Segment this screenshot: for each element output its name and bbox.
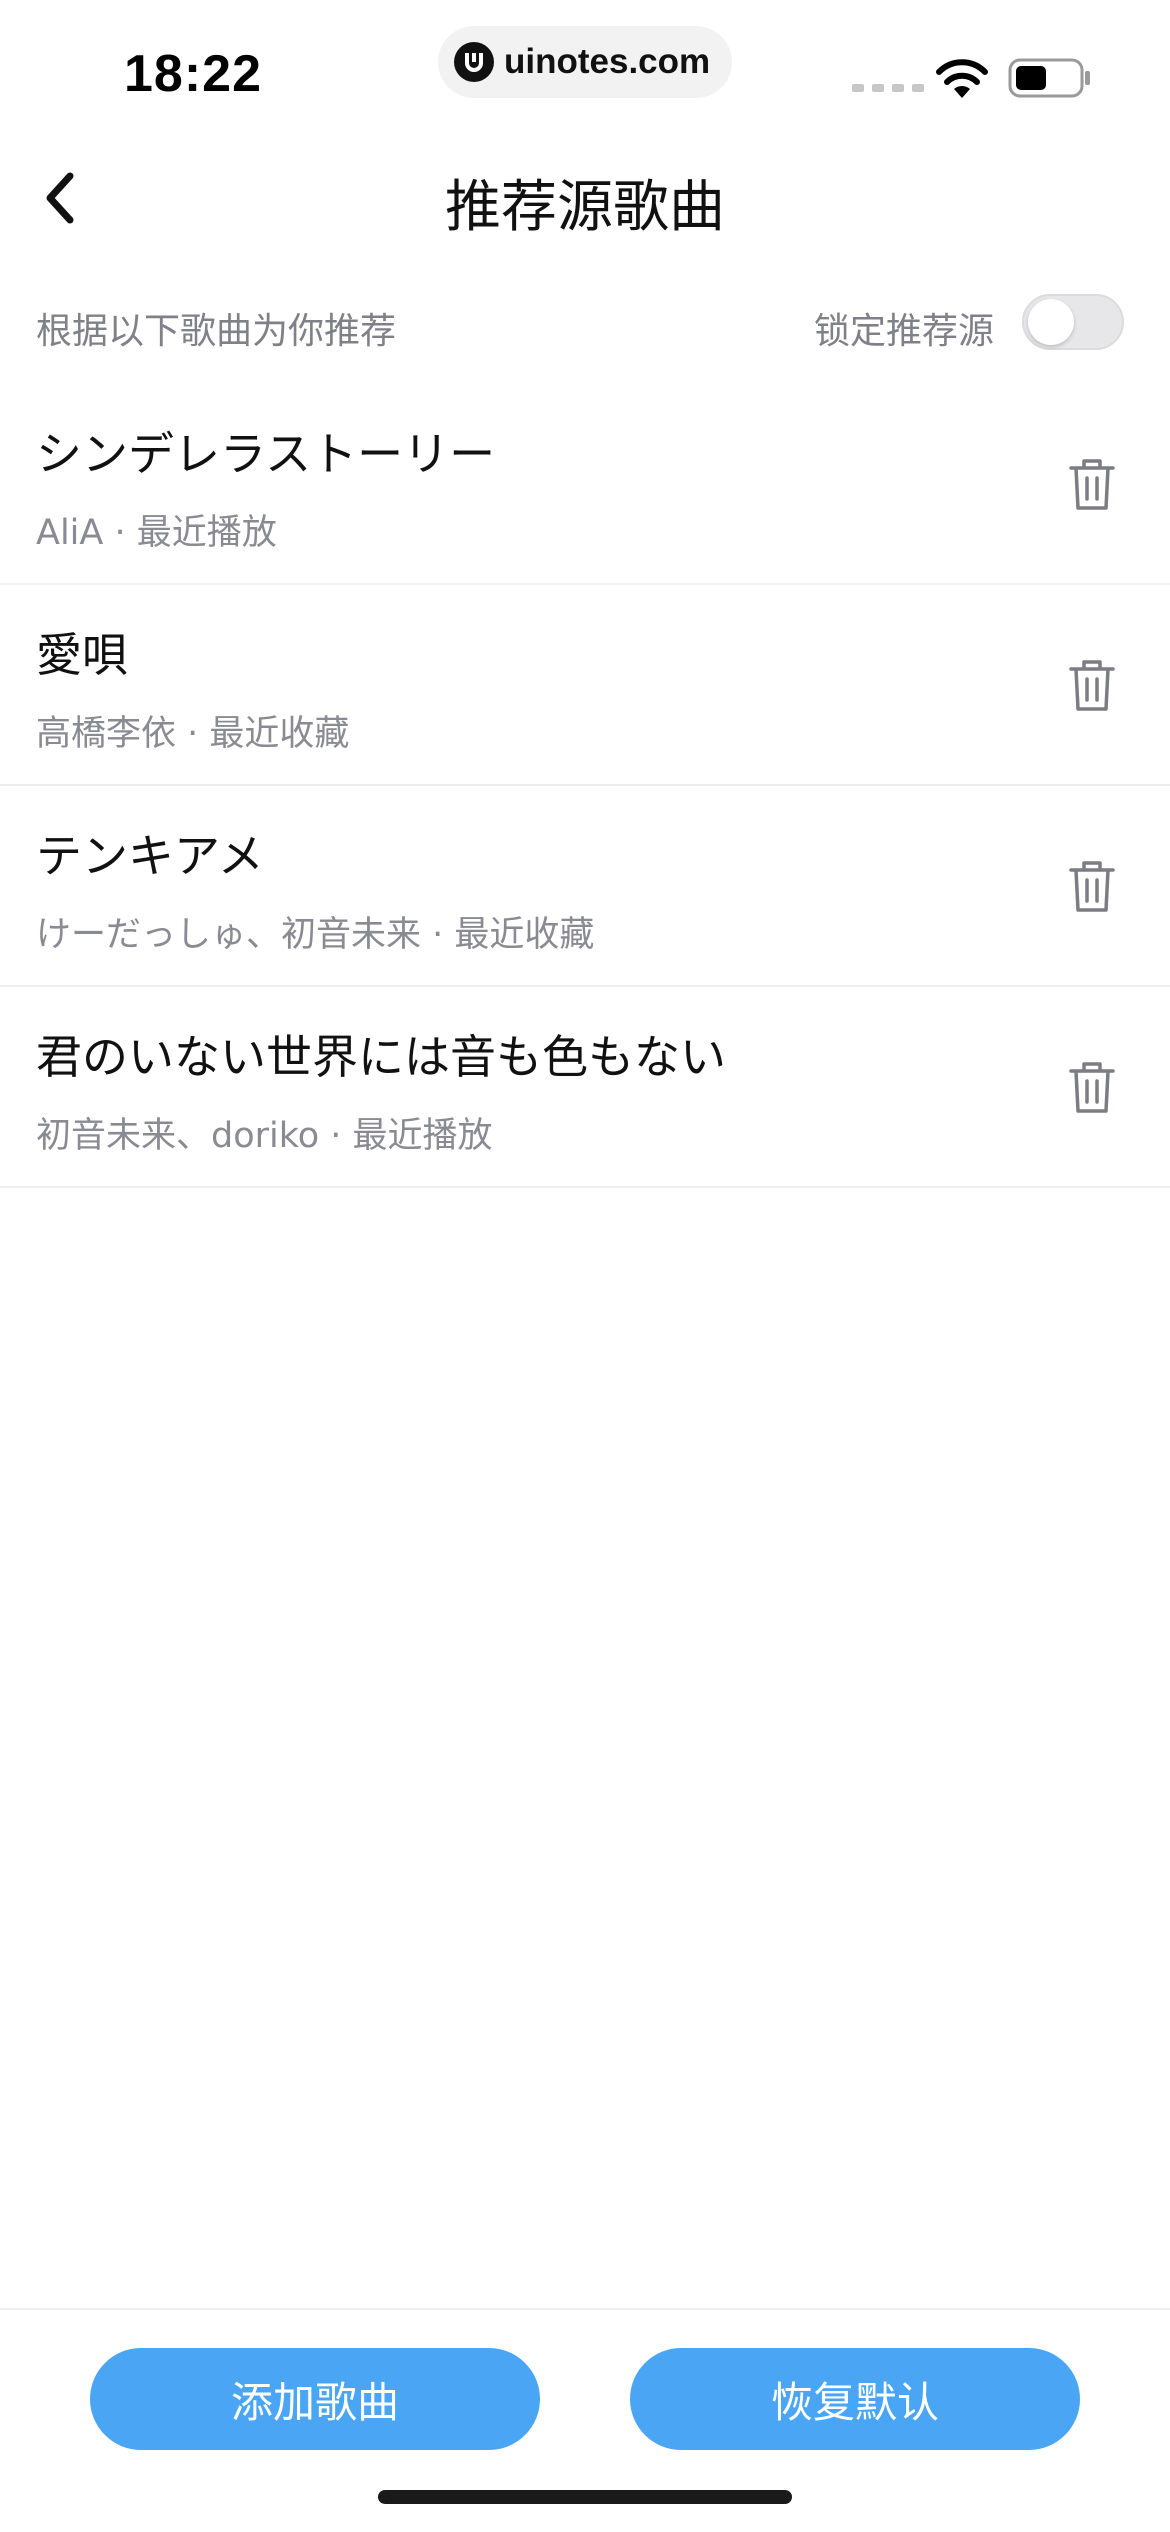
screen: 18:22 uinotes.com 推荐源歌曲 根据以下歌曲为你推荐 锁定推荐源…: [0, 0, 1170, 2532]
delete-button[interactable]: [1064, 854, 1120, 918]
home-indicator[interactable]: [378, 2490, 792, 2504]
list-item[interactable]: テンキアメ けーだっしゅ、初音未来 · 最近收藏: [0, 786, 1170, 987]
status-time: 18:22: [124, 45, 262, 103]
trash-icon: [1069, 1062, 1115, 1113]
song-title: 君のいない世界には音も色もない: [36, 1030, 726, 1084]
url-pill[interactable]: uinotes.com: [438, 26, 732, 98]
song-meta: AliA · 最近播放: [36, 513, 277, 553]
lock-source-toggle[interactable]: [1022, 294, 1124, 350]
add-song-button[interactable]: 添加歌曲: [90, 2348, 540, 2450]
trash-icon: [1069, 660, 1115, 711]
battery-icon: [1008, 58, 1090, 98]
song-list: シンデレラストーリー AliA · 最近播放 愛唄 高橋李依 · 最近收藏 テン…: [0, 384, 1170, 1188]
song-meta: 高橋李依 · 最近收藏: [36, 714, 350, 754]
restore-default-button[interactable]: 恢复默认: [630, 2348, 1080, 2450]
bottom-action-bar: 添加歌曲 恢复默认: [0, 2308, 1170, 2532]
source-description: 根据以下歌曲为你推荐: [36, 311, 397, 352]
list-item[interactable]: 愛唄 高橋李依 · 最近收藏: [0, 585, 1170, 786]
page-title: 推荐源歌曲: [445, 175, 725, 240]
toggle-knob: [1028, 299, 1074, 345]
delete-button[interactable]: [1064, 653, 1120, 717]
trash-icon: [1069, 459, 1115, 510]
signal-icon: [852, 84, 924, 92]
trash-icon: [1069, 861, 1115, 912]
site-logo-icon: [454, 42, 494, 82]
list-item[interactable]: シンデレラストーリー AliA · 最近播放: [0, 384, 1170, 585]
url-text: uinotes.com: [504, 42, 711, 81]
song-title: テンキアメ: [36, 829, 264, 883]
delete-button[interactable]: [1064, 452, 1120, 516]
song-title: 愛唄: [36, 628, 128, 682]
list-item[interactable]: 君のいない世界には音も色もない 初音未来、doriko · 最近播放: [0, 987, 1170, 1188]
lock-source-label: 锁定推荐源: [814, 311, 995, 352]
nav-bar: 推荐源歌曲: [0, 140, 1170, 256]
wifi-icon: [936, 59, 988, 98]
song-title: シンデレラストーリー: [36, 427, 496, 481]
source-header: 根据以下歌曲为你推荐 锁定推荐源: [0, 290, 1170, 358]
song-meta: 初音未来、doriko · 最近播放: [36, 1116, 493, 1156]
song-meta: けーだっしゅ、初音未来 · 最近收藏: [36, 915, 595, 955]
status-bar: 18:22 uinotes.com: [0, 0, 1170, 140]
delete-button[interactable]: [1064, 1055, 1120, 1119]
